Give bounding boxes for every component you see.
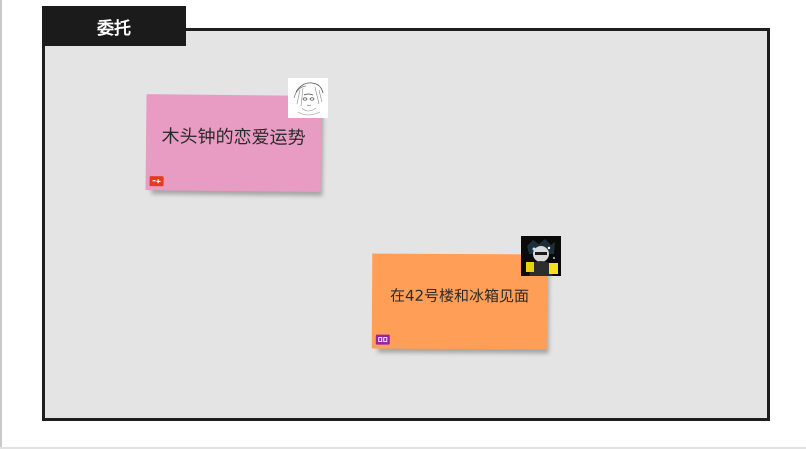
dark-character-avatar-icon[interactable] [521,236,561,276]
board-tab-label: 委托 [97,18,131,39]
commission-tag-badge [375,334,390,345]
commission-tag-badge [149,176,164,187]
commission-board-page: 委托 木头钟的恋爱运势 在42号楼和冰箱见面 [0,0,806,449]
commission-title: 木头钟的恋爱运势 [161,126,306,149]
commission-board [42,28,770,421]
anime-sketch-avatar-icon[interactable] [288,78,328,118]
board-tab-commission[interactable]: 委托 [42,6,186,46]
commission-title: 在42号楼和冰箱见面 [389,286,530,306]
left-border [0,0,2,449]
